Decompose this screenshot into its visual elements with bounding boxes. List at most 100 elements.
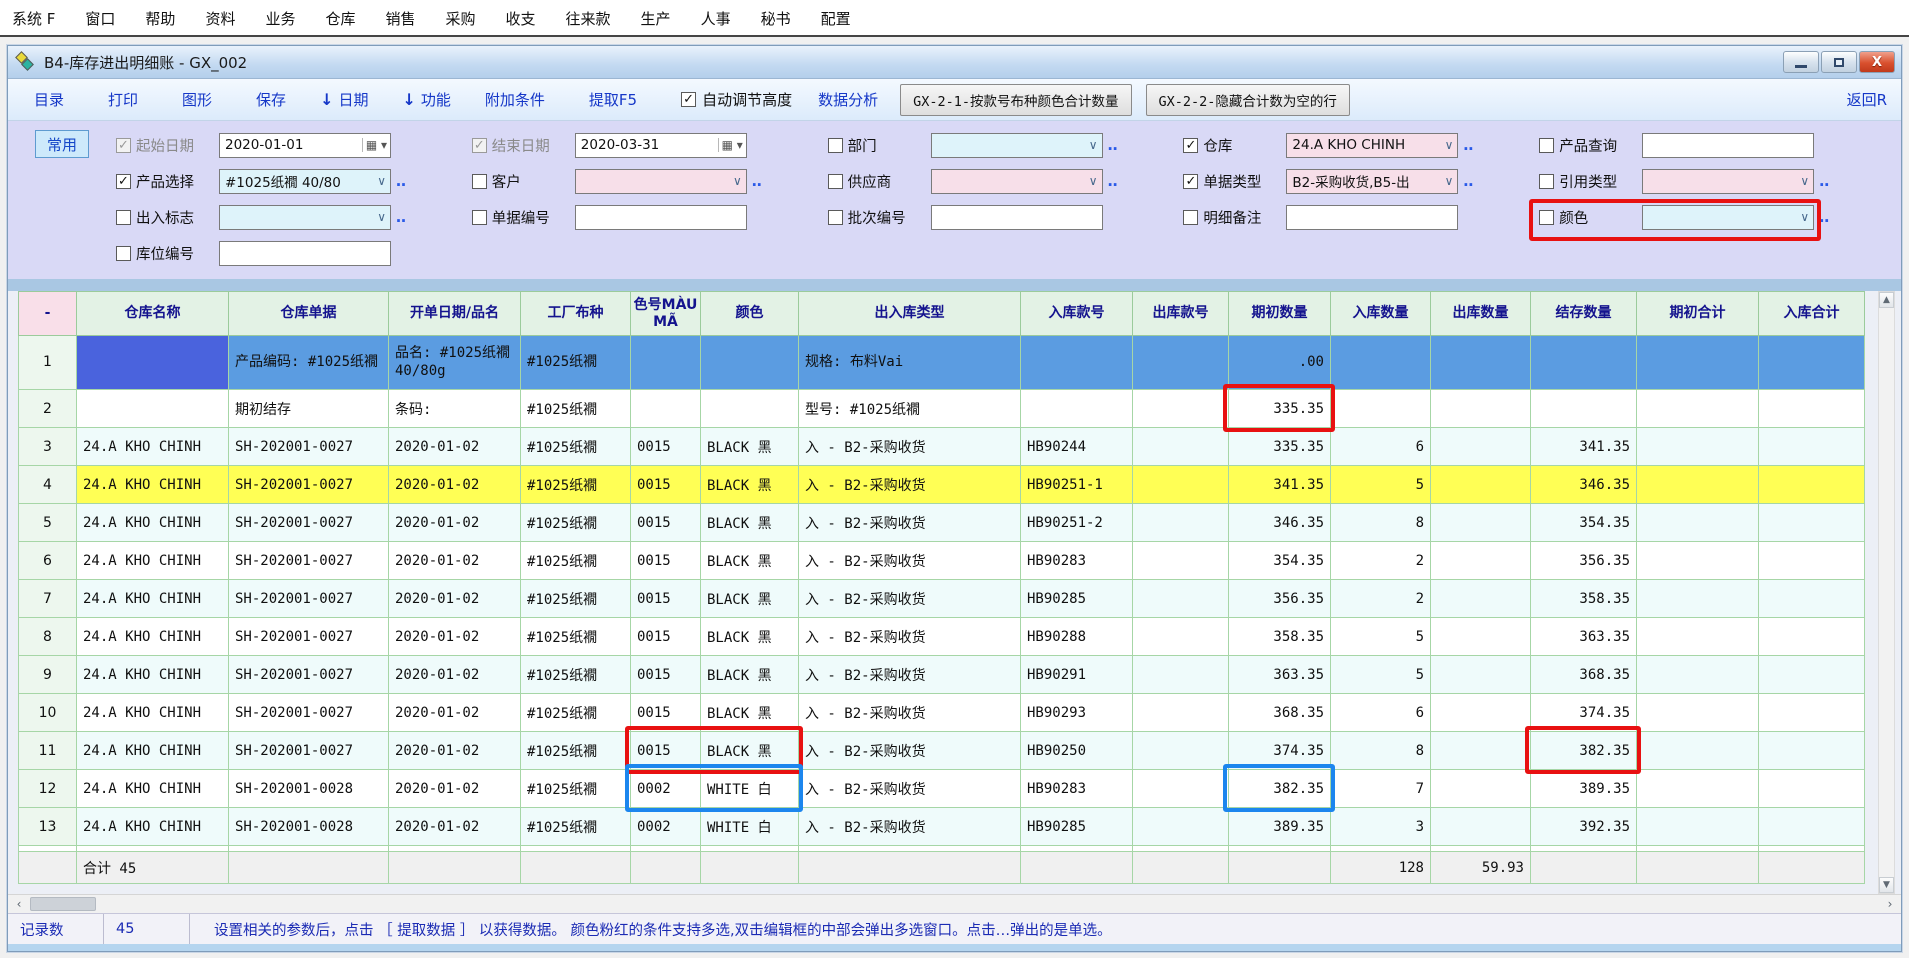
menu-item[interactable]: 往来款 (566, 8, 611, 29)
more-options-dots[interactable]: ‥ (396, 208, 407, 226)
filter-checkbox[interactable] (828, 210, 843, 225)
table-row[interactable]: 724.A KHO CHINHSH-202001-00272020-01-02#… (19, 580, 1865, 618)
filter-date-input[interactable]: 2020-03-31▦ ▾ (575, 133, 747, 158)
chevron-down-icon[interactable]: ∨ (1799, 174, 1810, 188)
filter-checkbox[interactable]: ✓ (1183, 138, 1198, 153)
menu-item[interactable]: 采购 (446, 8, 476, 29)
filter-checkbox[interactable]: ✓ (116, 138, 131, 153)
filter-checkbox[interactable]: ✓ (116, 174, 131, 189)
filter-checkbox[interactable] (116, 246, 131, 261)
filter-input[interactable] (931, 205, 1103, 230)
table-row[interactable]: 824.A KHO CHINHSH-202001-00272020-01-02#… (19, 618, 1865, 656)
more-options-dots[interactable]: ‥ (396, 172, 407, 190)
more-options-dots[interactable]: ‥ (1463, 172, 1474, 190)
chevron-down-icon[interactable]: ∨ (1088, 174, 1099, 188)
toolbar-item-date[interactable]: ↓日期 (320, 89, 368, 110)
filter-select[interactable]: ∨ (1642, 169, 1814, 194)
auto-height-checkbox[interactable]: ✓ (681, 92, 696, 107)
chevron-down-icon[interactable]: ∨ (732, 174, 743, 188)
filter-input[interactable] (1286, 205, 1458, 230)
table-row[interactable]: 1024.A KHO CHINHSH-202001-00272020-01-02… (19, 694, 1865, 732)
column-header[interactable]: - (19, 292, 77, 336)
column-header[interactable]: 仓库单据 (229, 292, 389, 336)
toolbar-item-chart[interactable]: 图形 (182, 89, 212, 110)
menu-item[interactable]: 生产 (641, 8, 671, 29)
menu-item[interactable]: 系统 F (12, 8, 55, 29)
filter-checkbox[interactable] (1539, 210, 1554, 225)
chevron-down-icon[interactable]: ∨ (1799, 210, 1810, 224)
column-header[interactable]: 出库款号 (1133, 292, 1229, 336)
filter-select[interactable]: B2-采购收货,B5-出∨ (1286, 169, 1458, 194)
column-header[interactable]: 开单日期/品名 (389, 292, 521, 336)
chevron-down-icon[interactable]: ∨ (1088, 138, 1099, 152)
vertical-scrollbar[interactable]: ▲ ▼ (1878, 291, 1895, 894)
filter-input[interactable] (1642, 133, 1814, 158)
table-row[interactable]: 1224.A KHO CHINHSH-202001-00282020-01-02… (19, 770, 1865, 808)
menu-item[interactable]: 业务 (265, 8, 295, 29)
filter-checkbox[interactable] (472, 174, 487, 189)
menu-item[interactable]: 帮助 (145, 8, 175, 29)
toolbar-item-save[interactable]: 保存 (256, 89, 286, 110)
chevron-down-icon[interactable]: ∨ (376, 210, 387, 224)
auto-height-toggle[interactable]: ✓ 自动调节高度 (681, 89, 792, 110)
filter-date-input[interactable]: 2020-01-01▦ ▾ (219, 133, 391, 158)
column-header[interactable]: 颜色 (701, 292, 799, 336)
column-header[interactable]: 结存数量 (1531, 292, 1637, 336)
menu-item[interactable]: 仓库 (325, 8, 355, 29)
column-header[interactable]: 期初数量 (1229, 292, 1331, 336)
menu-item[interactable]: 销售 (385, 8, 415, 29)
return-link[interactable]: 返回R (1847, 89, 1887, 110)
table-row[interactable]: 2期初结存条码:#1025纸襉型号: #1025纸襉335.35 (19, 390, 1865, 428)
filter-checkbox[interactable] (1539, 174, 1554, 189)
horizontal-scrollbar[interactable]: ‹ › (8, 894, 1901, 913)
filter-select[interactable]: ∨ (931, 169, 1103, 194)
more-options-dots[interactable]: ‥ (1819, 172, 1830, 190)
column-header[interactable]: 入库款号 (1021, 292, 1133, 336)
filter-checkbox[interactable] (116, 210, 131, 225)
more-options-dots[interactable]: ‥ (1463, 136, 1474, 154)
filter-checkbox[interactable]: ✓ (1183, 174, 1198, 189)
chevron-down-icon[interactable]: ∨ (1444, 138, 1455, 152)
filter-select[interactable]: ∨ (931, 133, 1103, 158)
scroll-down-icon[interactable]: ▼ (1879, 877, 1894, 893)
chevron-down-icon[interactable]: ∨ (1444, 174, 1455, 188)
more-options-dots[interactable]: ‥ (1108, 136, 1119, 154)
column-header[interactable]: 期初合计 (1637, 292, 1759, 336)
gx-2-1-button[interactable]: GX-2-1-按款号布种颜色合计数量 (900, 84, 1131, 116)
table-row[interactable]: 424.A KHO CHINHSH-202001-00272020-01-02#… (19, 466, 1865, 504)
filter-checkbox[interactable] (828, 138, 843, 153)
toolbar-item-fetch-f5[interactable]: 提取F5 (589, 89, 637, 110)
filter-select[interactable]: #1025纸襉 40/80∨ (219, 169, 391, 194)
horizontal-scroll-thumb[interactable] (30, 897, 96, 911)
toolbar-item-catalog[interactable]: 目录 (34, 89, 64, 110)
menu-item[interactable]: 秘书 (761, 8, 791, 29)
filter-checkbox[interactable] (472, 210, 487, 225)
table-row[interactable]: 324.A KHO CHINHSH-202001-00272020-01-02#… (19, 428, 1865, 466)
scroll-left-icon[interactable]: ‹ (10, 896, 28, 912)
column-header[interactable]: 出入库类型 (799, 292, 1021, 336)
menu-item[interactable]: 收支 (506, 8, 536, 29)
column-header[interactable]: 工厂布种 (521, 292, 631, 336)
scroll-right-icon[interactable]: › (1881, 896, 1899, 912)
filter-input[interactable] (575, 205, 747, 230)
calendar-icon[interactable]: ▦ ▾ (718, 138, 743, 152)
filter-select[interactable]: ∨ (1642, 205, 1814, 230)
filter-checkbox[interactable]: ✓ (472, 138, 487, 153)
menu-item[interactable]: 资料 (205, 8, 235, 29)
close-button[interactable]: X (1859, 51, 1895, 73)
restore-button[interactable] (1821, 51, 1857, 73)
common-tab-button[interactable]: 常用 (35, 130, 89, 158)
column-header[interactable]: 仓库名称 (77, 292, 229, 336)
table-row[interactable]: 624.A KHO CHINHSH-202001-00272020-01-02#… (19, 542, 1865, 580)
minimize-button[interactable] (1783, 51, 1819, 73)
scroll-up-icon[interactable]: ▲ (1879, 292, 1894, 308)
table-row[interactable]: 524.A KHO CHINHSH-202001-00272020-01-02#… (19, 504, 1865, 542)
column-header[interactable]: 入库合计 (1759, 292, 1865, 336)
filter-input[interactable] (219, 241, 391, 266)
filter-checkbox[interactable] (828, 174, 843, 189)
table-row[interactable]: 1324.A KHO CHINHSH-202001-00282020-01-02… (19, 808, 1865, 846)
menu-item[interactable]: 人事 (701, 8, 731, 29)
column-header[interactable]: 入库数量 (1331, 292, 1431, 336)
more-options-dots[interactable]: ‥ (1819, 208, 1830, 226)
column-header[interactable]: 色号MÀU MÃ (631, 292, 701, 336)
